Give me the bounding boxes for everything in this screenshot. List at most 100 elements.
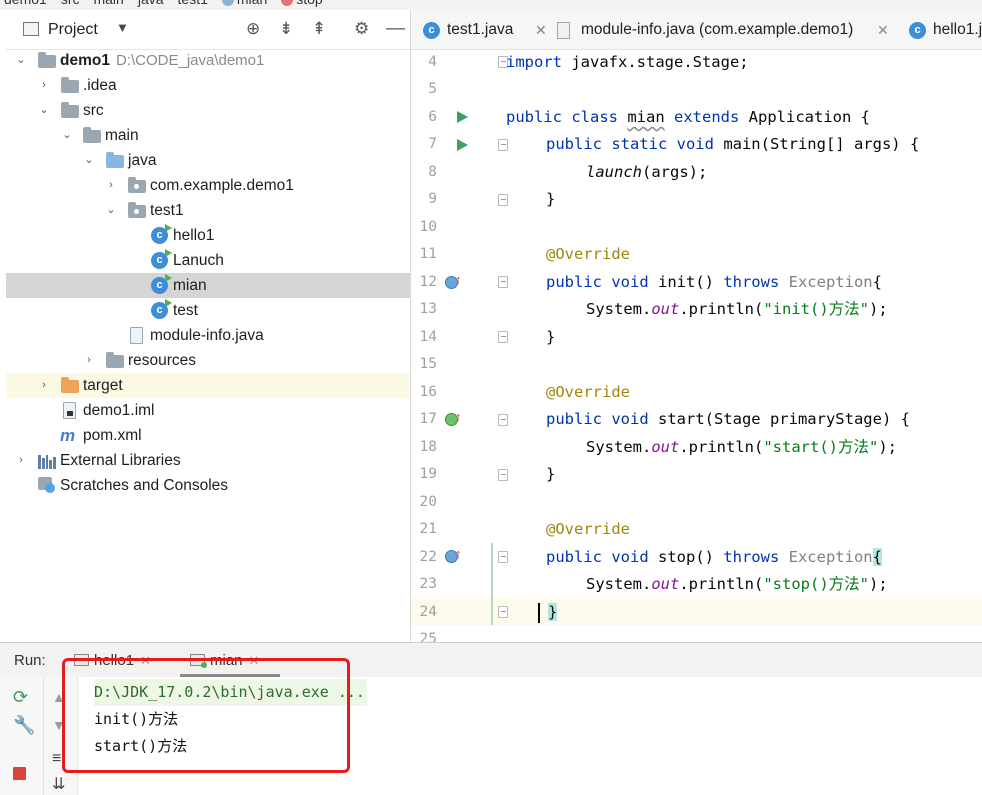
chevron-down-icon[interactable]: ▼	[116, 20, 129, 35]
code-line[interactable]: }	[506, 461, 982, 488]
console-output[interactable]: D:\JDK_17.0.2\bin\java.exe ... init()方法 …	[78, 677, 982, 795]
chevron-right-icon[interactable]: ›	[15, 448, 27, 473]
class-icon	[221, 0, 234, 7]
breadcrumb: demo1 src main java test1 mian stop	[0, 0, 982, 10]
tree-item-com-example-demo1[interactable]: › com.example.demo1	[6, 173, 410, 198]
close-icon[interactable]: ✕	[249, 653, 260, 668]
run-method-icon[interactable]	[457, 139, 468, 151]
code-line[interactable]: public static void main(String[] args) {	[506, 131, 982, 158]
arrow-up-icon[interactable]: ▲	[52, 687, 66, 707]
chevron-right-icon[interactable]: ›	[105, 173, 117, 198]
chevron-down-icon[interactable]: ⌄	[105, 198, 117, 223]
code-line[interactable]: @Override	[506, 379, 982, 406]
breadcrumb-item[interactable]: src	[61, 0, 80, 7]
code-line[interactable]: launch(args);	[506, 159, 982, 186]
tree-item-test[interactable]: c test	[6, 298, 410, 323]
code-line[interactable]: System.out.println("start()方法");	[506, 434, 982, 461]
chevron-down-icon[interactable]: ⌄	[61, 123, 73, 148]
tree-label: Scratches and Consoles	[60, 477, 229, 494]
tree-item-demo1-iml[interactable]: demo1.iml	[6, 398, 410, 423]
tree-label: main	[105, 127, 139, 144]
tree-item-lanuch[interactable]: c Lanuch	[6, 248, 410, 273]
folder-icon	[61, 77, 79, 93]
gear-icon[interactable]: ⚙	[354, 19, 369, 39]
tree-item-scratches[interactable]: Scratches and Consoles	[6, 473, 410, 498]
code-line[interactable]: public void start(Stage primaryStage) {	[506, 406, 982, 433]
breadcrumb-item[interactable]: main	[93, 0, 123, 7]
java-file-icon	[557, 22, 570, 39]
close-icon[interactable]: ✕	[535, 10, 547, 49]
tree-label: Lanuch	[173, 252, 224, 269]
code-line[interactable]: import javafx.stage.Stage;	[506, 49, 982, 76]
close-icon[interactable]: ✕	[140, 653, 151, 668]
run-tab-hello1[interactable]: hello1 ✕	[74, 652, 151, 669]
project-view-selector[interactable]: Project	[48, 21, 98, 39]
code-text: main(String[] args) {	[713, 135, 920, 153]
code-text: System.	[586, 438, 652, 456]
tree-item-external-libraries[interactable]: › External Libraries	[6, 448, 410, 473]
breadcrumb-label: stop	[296, 0, 322, 7]
vcs-change-marker	[491, 543, 493, 625]
breadcrumb-item[interactable]: mian	[221, 0, 267, 7]
arrow-down-icon[interactable]: ▼	[52, 715, 66, 735]
tree-item-test1[interactable]: ⌄ test1	[6, 198, 410, 223]
tree-item-mian[interactable]: c mian	[6, 273, 410, 298]
tree-item-resources[interactable]: › resources	[6, 348, 410, 373]
tree-item-java[interactable]: ⌄ java	[6, 148, 410, 173]
code-line[interactable]: System.out.println("init()方法");	[506, 296, 982, 323]
run-class-icon[interactable]	[457, 111, 468, 123]
tree-item-target[interactable]: › target	[6, 373, 410, 398]
tree-item-demo1[interactable]: ⌄ demo1 D:\CODE_java\demo1	[6, 48, 410, 73]
code-line[interactable]: System.out.println("stop()方法");	[506, 571, 982, 598]
run-tab-mian[interactable]: mian ✕	[190, 652, 259, 669]
tree-item-src[interactable]: ⌄ src	[6, 98, 410, 123]
field: out	[651, 300, 680, 318]
run-label: Run:	[14, 652, 46, 669]
java-class-icon: c	[151, 274, 172, 294]
chevron-right-icon[interactable]: ›	[83, 348, 95, 373]
code-line[interactable]: @Override	[506, 516, 982, 543]
locate-icon[interactable]: ⊕	[246, 19, 260, 39]
wrench-icon[interactable]: 🔧	[13, 715, 35, 735]
stop-icon[interactable]	[13, 767, 26, 780]
line-number: 9	[428, 191, 437, 207]
tree-item-hello1[interactable]: c hello1	[6, 223, 410, 248]
code-line[interactable]: @Override	[506, 241, 982, 268]
folder-icon	[61, 102, 79, 118]
collapse-all-icon[interactable]: ⇞	[312, 19, 326, 39]
code-text: Application {	[739, 108, 870, 126]
breadcrumb-item[interactable]: demo1	[4, 0, 47, 7]
text-caret	[538, 602, 540, 623]
code-line[interactable]: }	[506, 599, 982, 626]
tree-item-idea[interactable]: › .idea	[6, 73, 410, 98]
code-line[interactable]: public void init() throws Exception{	[506, 269, 982, 296]
breadcrumb-item[interactable]: java	[138, 0, 164, 7]
tree-item-main[interactable]: ⌄ main	[6, 123, 410, 148]
chevron-right-icon[interactable]: ›	[38, 373, 50, 398]
rerun-icon[interactable]: ⟳	[13, 687, 28, 707]
line-number: 23	[419, 576, 437, 592]
code-line[interactable]: public void stop() throws Exception{	[506, 544, 982, 571]
annotation: @Override	[546, 383, 630, 401]
tree-label: hello1	[173, 227, 215, 244]
tree-label: src	[83, 102, 104, 119]
chevron-down-icon[interactable]: ⌄	[83, 148, 95, 173]
keyword: public class	[506, 108, 618, 126]
breadcrumb-item[interactable]: test1	[178, 0, 208, 7]
code-text: {	[872, 273, 882, 291]
close-icon[interactable]: ✕	[877, 10, 889, 49]
breadcrumb-item[interactable]: stop	[281, 0, 323, 7]
soft-wrap-icon[interactable]: ≡	[52, 749, 61, 769]
chevron-down-icon[interactable]: ⌄	[38, 98, 50, 123]
chevron-down-icon[interactable]: ⌄	[15, 48, 27, 73]
java-class-icon: c	[151, 299, 172, 319]
code-line[interactable]: }	[506, 324, 982, 351]
code-line[interactable]: }	[506, 186, 982, 213]
tree-item-module-info[interactable]: module-info.java	[6, 323, 410, 348]
chevron-right-icon[interactable]: ›	[38, 73, 50, 98]
code-line[interactable]: public class mian extends Application {	[506, 104, 982, 131]
expand-all-icon[interactable]: ⇟	[279, 19, 293, 39]
tree-item-pom-xml[interactable]: m pom.xml	[6, 423, 410, 448]
hide-panel-icon[interactable]: —	[386, 19, 405, 39]
scroll-to-end-icon[interactable]: ⇊	[52, 775, 65, 795]
